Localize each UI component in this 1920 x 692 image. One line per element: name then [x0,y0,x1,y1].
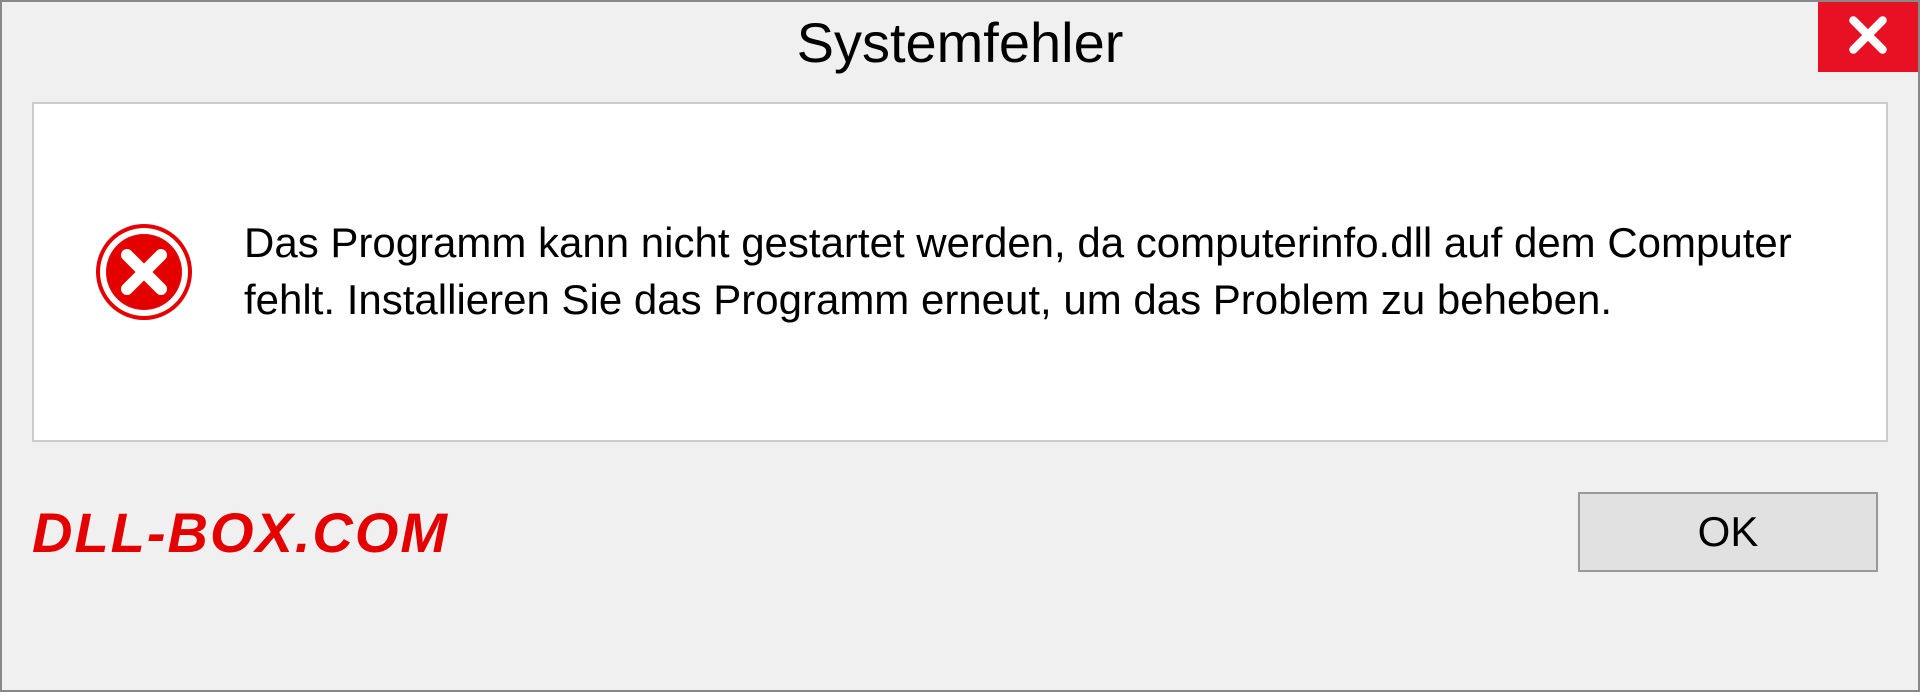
dialog-title: Systemfehler [797,10,1124,75]
error-icon [94,222,194,322]
close-button[interactable] [1818,2,1918,72]
error-dialog: Systemfehler Das Programm kann nicht ges… [0,0,1920,692]
watermark-text: DLL-BOX.COM [32,500,449,565]
footer: DLL-BOX.COM OK [2,472,1918,602]
titlebar: Systemfehler [2,2,1918,82]
ok-button[interactable]: OK [1578,492,1878,572]
close-icon [1846,13,1890,62]
content-panel: Das Programm kann nicht gestartet werden… [32,102,1888,442]
error-message: Das Programm kann nicht gestartet werden… [244,215,1846,328]
